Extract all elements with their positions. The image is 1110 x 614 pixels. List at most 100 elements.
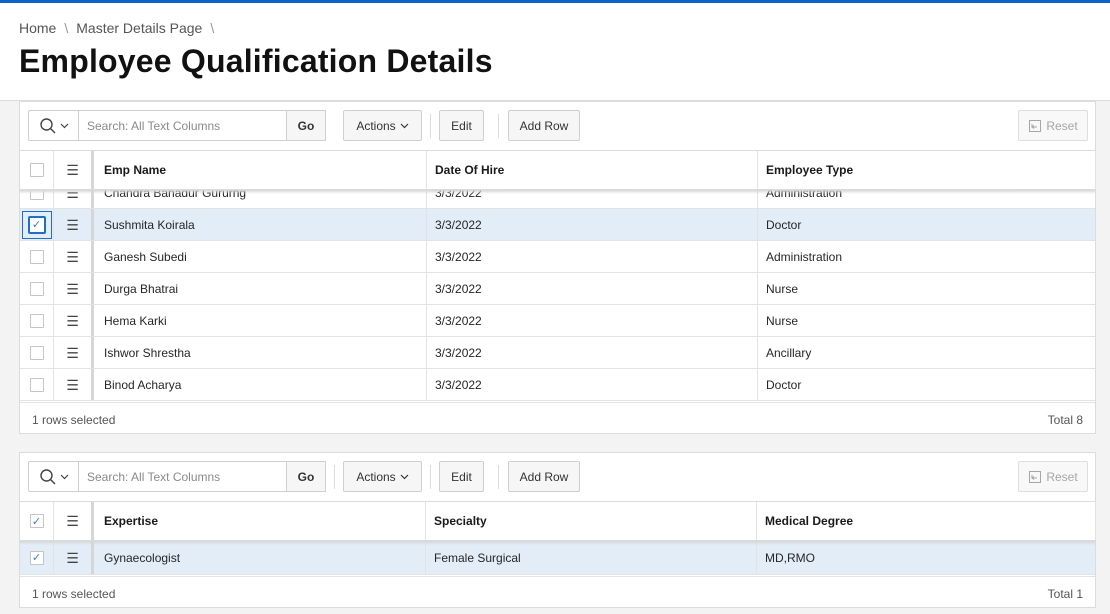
row-checkbox[interactable] bbox=[29, 345, 44, 360]
detail-grid-region: Go Actions Edit Add Row Reset ✓ ☰ Expert… bbox=[19, 452, 1096, 608]
column-header-specialty[interactable]: Specialty bbox=[426, 502, 757, 540]
row-actions-cell[interactable]: ☰ bbox=[54, 209, 94, 240]
row-checkbox[interactable] bbox=[29, 377, 44, 392]
detail-search-column-selector[interactable] bbox=[29, 462, 79, 491]
row-actions-cell[interactable]: ☰ bbox=[54, 369, 94, 400]
master-reset-button[interactable]: Reset bbox=[1018, 110, 1088, 141]
row-select-focus[interactable]: ✓ bbox=[21, 210, 52, 239]
detail-grid-footer: 1 rows selected Total 1 bbox=[20, 576, 1095, 609]
search-icon bbox=[39, 468, 55, 484]
master-search-column-selector[interactable] bbox=[29, 111, 79, 140]
table-row[interactable]: ☰ Ganesh Subedi 3/3/2022 Administration bbox=[20, 241, 1095, 273]
cell-date-of-hire[interactable]: 3/3/2022 bbox=[427, 305, 758, 336]
table-row-selected[interactable]: ✓ ☰ Sushmita Koirala 3/3/2022 Doctor bbox=[20, 209, 1095, 241]
cell-date-of-hire[interactable]: 3/3/2022 bbox=[427, 273, 758, 304]
master-grid-region: Go Actions Edit Add Row Reset ☰ Emp Name… bbox=[19, 101, 1096, 434]
detail-grid-body[interactable]: ✓ ☰ Gynaecologist Female Surgical MD,RMO bbox=[20, 541, 1095, 575]
detail-toolbar: Go Actions Edit Add Row Reset bbox=[20, 453, 1095, 501]
master-actions-button[interactable]: Actions bbox=[343, 110, 422, 141]
row-select-cell[interactable] bbox=[20, 241, 54, 272]
row-checkbox-checked[interactable]: ✓ bbox=[29, 550, 44, 565]
select-all-cell[interactable]: ✓ bbox=[20, 502, 54, 540]
cell-date-of-hire[interactable]: 3/3/2022 bbox=[427, 337, 758, 368]
breadcrumb-home[interactable]: Home bbox=[19, 20, 56, 36]
menu-lines-icon: ☰ bbox=[66, 376, 79, 393]
master-search-box bbox=[28, 110, 326, 141]
master-edit-button[interactable]: Edit bbox=[439, 110, 484, 141]
master-add-row-button[interactable]: Add Row bbox=[508, 110, 580, 141]
table-row[interactable]: ☰ Binod Acharya 3/3/2022 Doctor bbox=[20, 369, 1095, 401]
breadcrumb-master-details[interactable]: Master Details Page bbox=[76, 20, 202, 36]
cell-employee-type[interactable]: Nurse bbox=[758, 273, 1095, 304]
row-select-cell[interactable]: ✓ bbox=[20, 541, 54, 574]
menu-lines-icon: ☰ bbox=[66, 513, 79, 529]
cell-emp-name[interactable]: Hema Karki bbox=[94, 305, 427, 336]
cell-employee-type[interactable]: Administration bbox=[758, 241, 1095, 272]
toolbar-separator bbox=[498, 465, 499, 489]
cell-employee-type[interactable]: Ancillary bbox=[758, 337, 1095, 368]
search-icon bbox=[39, 117, 55, 133]
actions-label: Actions bbox=[356, 118, 396, 133]
column-header-expertise[interactable]: Expertise bbox=[94, 502, 426, 540]
detail-edit-button[interactable]: Edit bbox=[439, 461, 484, 492]
detail-actions-button[interactable]: Actions bbox=[343, 461, 422, 492]
column-header-medical-degree[interactable]: Medical Degree bbox=[757, 502, 1096, 540]
column-header-employee-type[interactable]: Employee Type bbox=[758, 151, 1096, 189]
row-select-cell[interactable] bbox=[20, 337, 54, 368]
detail-go-button[interactable]: Go bbox=[286, 461, 326, 492]
table-row-selected[interactable]: ✓ ☰ Gynaecologist Female Surgical MD,RMO bbox=[20, 541, 1095, 575]
cell-employee-type[interactable]: Nurse bbox=[758, 305, 1095, 336]
row-select-cell[interactable] bbox=[20, 273, 54, 304]
chevron-down-icon bbox=[60, 123, 68, 129]
row-select-cell[interactable]: ✓ bbox=[20, 209, 54, 240]
table-row[interactable]: ☰ Hema Karki 3/3/2022 Nurse bbox=[20, 305, 1095, 337]
row-select-cell[interactable] bbox=[20, 369, 54, 400]
breadcrumb-separator: \ bbox=[64, 20, 69, 36]
cell-emp-name[interactable]: Sushmita Koirala bbox=[94, 209, 427, 240]
select-all-cell[interactable] bbox=[20, 151, 54, 189]
cell-date-of-hire[interactable]: 3/3/2022 bbox=[427, 209, 758, 240]
cell-expertise[interactable]: Gynaecologist bbox=[94, 541, 426, 574]
row-actions-cell[interactable]: ☰ bbox=[54, 337, 94, 368]
cell-medical-degree[interactable]: MD,RMO bbox=[757, 541, 1095, 574]
row-select-cell[interactable] bbox=[20, 305, 54, 336]
column-header-emp-name[interactable]: Emp Name bbox=[94, 151, 427, 189]
master-go-button[interactable]: Go bbox=[286, 110, 326, 141]
cell-emp-name[interactable]: Durga Bhatrai bbox=[94, 273, 427, 304]
detail-reset-button[interactable]: Reset bbox=[1018, 461, 1088, 492]
menu-lines-icon: ☰ bbox=[66, 344, 79, 361]
row-actions-cell[interactable]: ☰ bbox=[54, 241, 94, 272]
row-actions-cell[interactable]: ☰ bbox=[54, 541, 94, 574]
header-shadow bbox=[20, 541, 1095, 545]
row-checkbox[interactable] bbox=[29, 281, 44, 296]
cell-emp-name[interactable]: Ganesh Subedi bbox=[94, 241, 427, 272]
select-all-checkbox-checked[interactable]: ✓ bbox=[29, 514, 44, 528]
cell-date-of-hire[interactable]: 3/3/2022 bbox=[427, 369, 758, 400]
breadcrumb-separator: \ bbox=[210, 20, 215, 36]
cell-emp-name[interactable]: Binod Acharya bbox=[94, 369, 427, 400]
header-shadow bbox=[20, 190, 1095, 194]
toolbar-separator bbox=[334, 465, 335, 489]
page-title: Employee Qualification Details bbox=[19, 43, 493, 79]
select-all-checkbox[interactable] bbox=[29, 163, 44, 177]
detail-add-row-button[interactable]: Add Row bbox=[508, 461, 580, 492]
master-grid-body[interactable]: ☰ Chandra Bahadur Gururng 3/3/2022 Admin… bbox=[20, 190, 1095, 403]
column-header-date-of-hire[interactable]: Date Of Hire bbox=[427, 151, 758, 189]
cell-specialty[interactable]: Female Surgical bbox=[426, 541, 757, 574]
row-checkbox-checked[interactable]: ✓ bbox=[27, 215, 46, 234]
cell-date-of-hire[interactable]: 3/3/2022 bbox=[427, 241, 758, 272]
cell-employee-type[interactable]: Doctor bbox=[758, 209, 1095, 240]
table-row[interactable]: ☰ Durga Bhatrai 3/3/2022 Nurse bbox=[20, 273, 1095, 305]
row-checkbox[interactable] bbox=[29, 249, 44, 264]
row-checkbox[interactable] bbox=[29, 313, 44, 328]
row-actions-cell[interactable]: ☰ bbox=[54, 305, 94, 336]
cell-emp-name[interactable]: Ishwor Shrestha bbox=[94, 337, 427, 368]
content-body: Go Actions Edit Add Row Reset ☰ Emp Name… bbox=[0, 100, 1110, 614]
cell-employee-type[interactable]: Doctor bbox=[758, 369, 1095, 400]
master-grid-footer: 1 rows selected Total 8 bbox=[20, 402, 1095, 435]
table-row[interactable]: ☰ Ishwor Shrestha 3/3/2022 Ancillary bbox=[20, 337, 1095, 369]
toolbar-separator bbox=[498, 114, 499, 138]
master-total-count: Total 8 bbox=[1047, 413, 1083, 427]
row-actions-cell[interactable]: ☰ bbox=[54, 273, 94, 304]
menu-lines-icon: ☰ bbox=[66, 216, 79, 233]
